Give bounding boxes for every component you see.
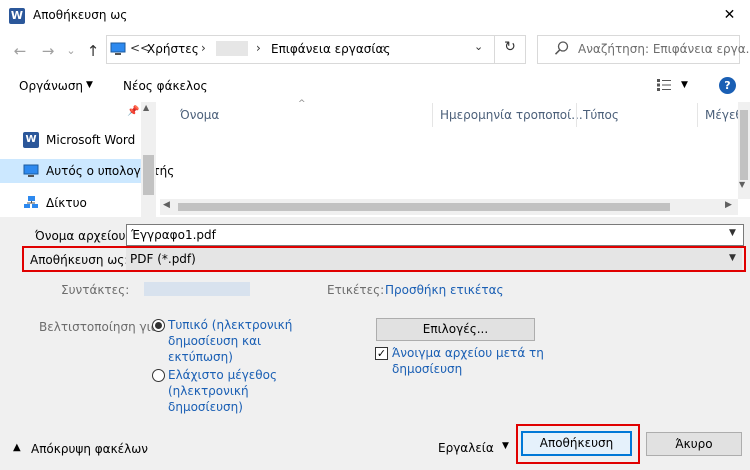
radio-standard-label[interactable]: Τυπικό (ηλεκτρονική δημοσίευση και εκτύπ… [168, 317, 292, 365]
horizontal-scrollbar-thumb[interactable] [178, 203, 670, 211]
window-title: Αποθήκευση ως [33, 8, 128, 22]
chevron-up-icon[interactable]: ▲ [13, 442, 21, 453]
column-header-type[interactable]: Τύπος [583, 108, 619, 122]
tools-button[interactable]: Εργαλεία [438, 441, 494, 455]
chevron-down-icon[interactable]: ▼ [729, 228, 736, 238]
radio-minimum-size[interactable] [152, 369, 165, 382]
help-icon[interactable]: ? [719, 77, 736, 94]
computer-icon [23, 164, 39, 177]
options-button[interactable]: Επιλογές... [376, 318, 535, 341]
filename-label: Όνομα αρχείου: [35, 229, 130, 243]
radio-standard-line: δημοσίευση και [168, 334, 262, 348]
sidebar-item-network[interactable]: Δίκτυο [0, 191, 141, 215]
column-divider[interactable] [697, 103, 698, 127]
word-app-icon: W [9, 8, 25, 24]
annotation-highlight-box [22, 246, 746, 272]
breadcrumb-separator[interactable]: › [382, 41, 387, 55]
search-input[interactable]: Αναζήτηση: Επιφάνεια εργα... [578, 42, 750, 56]
column-header-date[interactable]: Ημερομηνία τροποποί... [440, 108, 583, 122]
hide-folders-button[interactable]: Απόκρυψη φακέλων [31, 442, 148, 456]
divider [494, 36, 495, 63]
computer-icon [110, 42, 126, 55]
radio-minimum-line: Ελάχιστο μέγεθος [168, 368, 278, 382]
refresh-button[interactable]: ↻ [499, 39, 521, 59]
radio-minimum-label[interactable]: Ελάχιστο μέγεθος (ηλεκτρονική δημοσίευση… [168, 367, 277, 415]
scroll-down-icon[interactable]: ▼ [739, 180, 745, 189]
sidebar-item-label: Δίκτυο [46, 196, 87, 210]
address-history-icon[interactable]: ⌄ [474, 40, 483, 53]
scroll-left-icon[interactable]: ◀ [163, 200, 170, 210]
back-button[interactable]: ← [9, 40, 31, 62]
organize-button[interactable]: Οργάνωση [19, 79, 83, 93]
open-after-publish-line: δημοσίευση [392, 362, 463, 376]
cancel-button[interactable]: Άκυρο [646, 432, 742, 456]
authors-label: Συντάκτες: [61, 283, 130, 297]
chevron-down-icon: ▼ [86, 80, 93, 90]
radio-minimum-line: (ηλεκτρονική [168, 384, 249, 398]
breadcrumb-separator[interactable]: › [256, 41, 261, 55]
open-after-publish-checkbox[interactable]: ✓ [375, 347, 388, 360]
breadcrumb-users[interactable]: Χρήστες [147, 42, 199, 56]
nav-scrollbar-thumb[interactable] [143, 155, 154, 195]
scroll-up-icon[interactable]: ▲ [143, 103, 149, 112]
open-after-publish-label[interactable]: Άνοιγμα αρχείου μετά τη δημοσίευση [392, 345, 544, 377]
filename-field[interactable]: Έγγραφο1.pdf [126, 224, 744, 246]
radio-standard-line: Τυπικό (ηλεκτρονική [168, 318, 293, 332]
column-header-size[interactable]: Μέγεθ [705, 108, 738, 122]
sidebar-item-label: Microsoft Word [46, 133, 136, 147]
word-icon: W [23, 132, 39, 148]
add-tag-link[interactable]: Προσθήκη ετικέτας [385, 283, 504, 297]
breadcrumb-separator[interactable]: › [201, 41, 206, 55]
up-button[interactable]: ↑ [82, 40, 104, 62]
chevron-down-icon[interactable]: ▼ [502, 441, 509, 451]
forward-button[interactable]: → [37, 40, 59, 62]
radio-minimum-line: δημοσίευση) [168, 400, 243, 414]
breadcrumb-username-redacted[interactable] [216, 41, 248, 56]
authors-value-redacted[interactable] [144, 282, 250, 296]
search-icon [554, 41, 569, 55]
column-divider[interactable] [576, 103, 577, 127]
vertical-scrollbar-thumb[interactable] [740, 110, 748, 180]
tags-label: Ετικέτες: [327, 283, 385, 297]
sidebar-item-this-pc[interactable]: Αυτός ο υπολογιστής [0, 159, 174, 183]
view-options-icon[interactable] [656, 78, 672, 92]
annotation-highlight-box [516, 424, 640, 464]
pin-icon: 📌 [127, 106, 140, 117]
sort-ascending-icon: ^ [298, 99, 306, 109]
optimize-for-label: Βελτιστοποίηση για: [39, 320, 163, 334]
sidebar-item-microsoft-word[interactable]: W Microsoft Word [0, 128, 141, 152]
radio-selected-dot [155, 322, 162, 329]
chevron-down-icon[interactable]: ▼ [681, 80, 688, 90]
radio-standard-line: εκτύπωση) [168, 350, 233, 364]
column-divider[interactable] [432, 103, 433, 127]
column-header-name[interactable]: Όνομα [180, 108, 219, 122]
network-icon [24, 196, 38, 208]
recent-locations-button[interactable]: ⌄ [60, 40, 82, 62]
new-folder-button[interactable]: Νέος φάκελος [123, 79, 208, 93]
open-after-publish-line: Άνοιγμα αρχείου μετά τη [392, 346, 544, 360]
breadcrumb-desktop[interactable]: Επιφάνεια εργασίας [271, 42, 390, 56]
scroll-right-icon[interactable]: ▶ [725, 200, 732, 210]
close-button[interactable]: ✕ [709, 0, 750, 31]
